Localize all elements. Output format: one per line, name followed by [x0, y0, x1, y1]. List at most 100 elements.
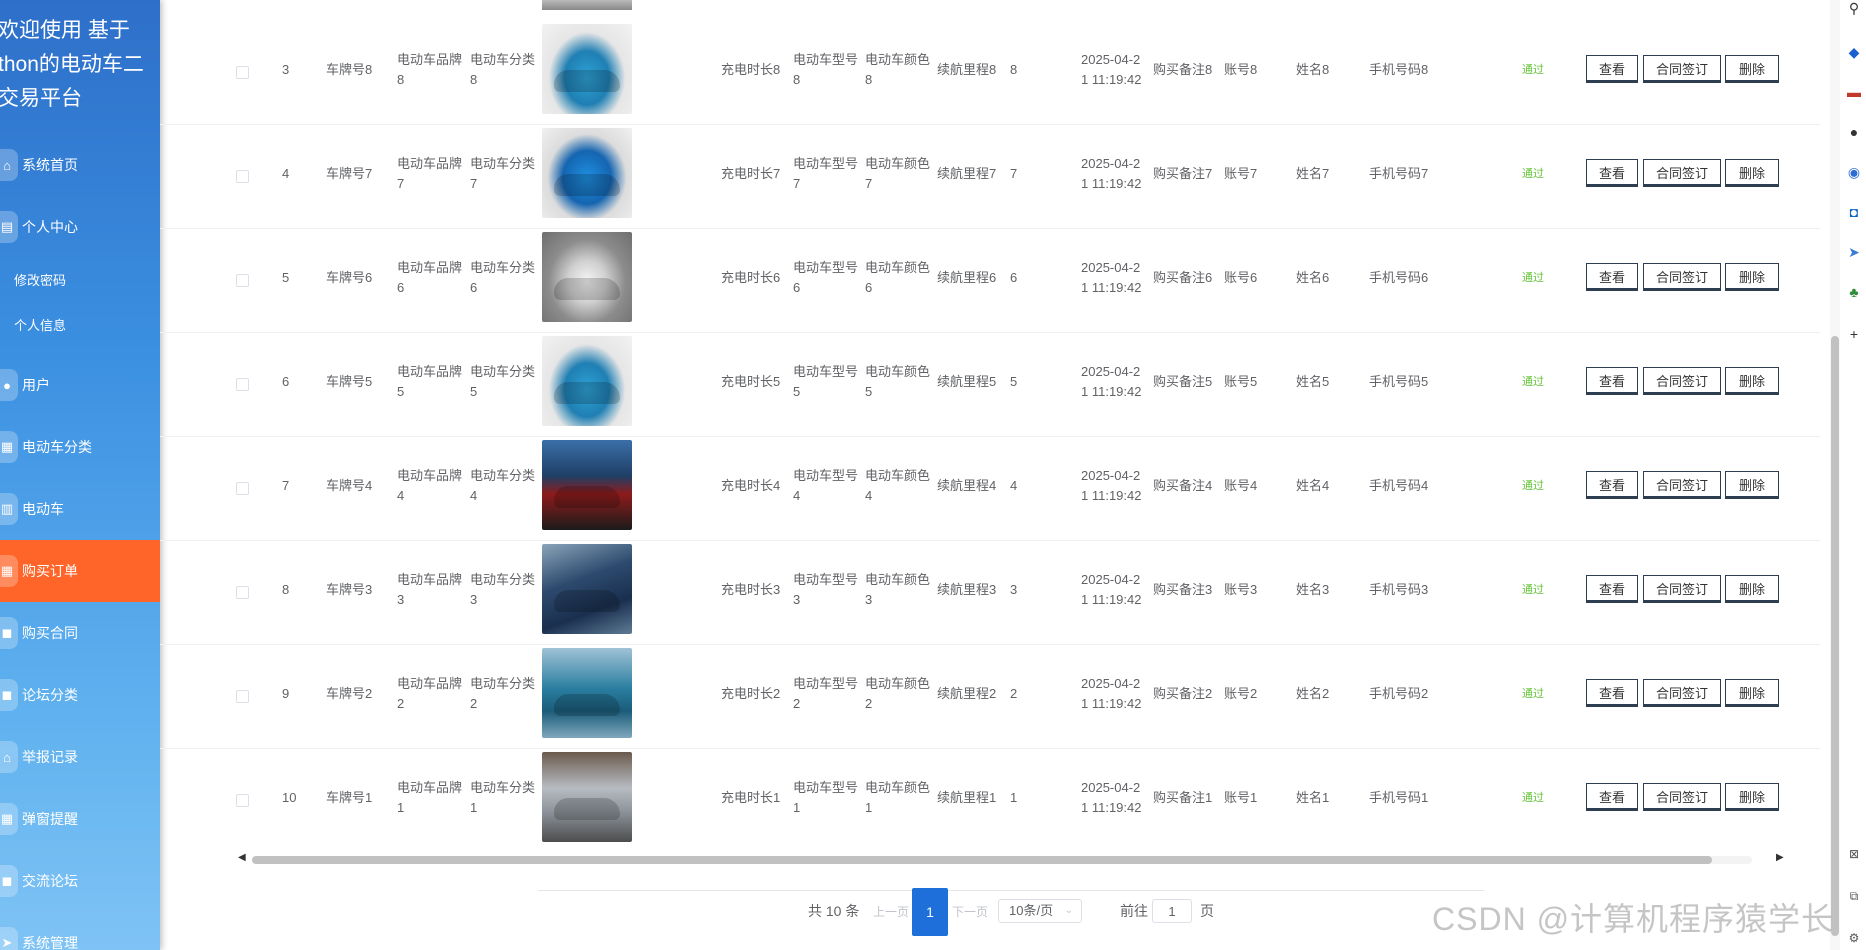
tree-icon[interactable]: ♣: [1846, 284, 1862, 300]
car-silhouette: [554, 486, 620, 508]
cell-color: 电动车颜色 7: [865, 154, 930, 194]
send-icon[interactable]: ➤: [1846, 244, 1862, 260]
cell-color: 电动车颜色 4: [865, 466, 930, 506]
table-row: 10 车牌号1 电动车品牌 1 电动车分类 1 充电时长1 电动车型号 1 电动车颜色 1 续航里程1…: [160, 748, 1820, 850]
search-icon[interactable]: ⚲: [1846, 0, 1862, 16]
sidebar-item[interactable]: ◼ 购买合同: [0, 602, 160, 664]
cell-plate: 车牌号7: [326, 166, 373, 181]
delete-button[interactable]: 删除: [1725, 783, 1779, 811]
delete-button[interactable]: 删除: [1725, 471, 1779, 499]
sidebar-item[interactable]: ⌂ 举报记录: [0, 726, 160, 788]
contract-sign-button[interactable]: 合同签订: [1643, 679, 1721, 707]
row-checkbox[interactable]: [236, 586, 249, 599]
sidebar-item[interactable]: ▦ 弹窗提醒: [0, 788, 160, 850]
view-button[interactable]: 查看: [1586, 575, 1638, 603]
chat-icon: ◼: [0, 865, 18, 897]
sidebar-item-label: 用户: [22, 377, 50, 393]
status-badge: 通过: [1522, 688, 1544, 700]
vertical-scroll-thumb[interactable]: [1831, 336, 1839, 936]
scroll-left-icon[interactable]: ◀: [238, 852, 246, 863]
screenshot-icon[interactable]: ⊠: [1846, 846, 1862, 862]
delete-button[interactable]: 删除: [1725, 367, 1779, 395]
cell-quantity: 7: [1010, 166, 1018, 181]
cell-charge: 充电时长1: [721, 790, 781, 805]
contract-sign-button[interactable]: 合同签订: [1643, 55, 1721, 83]
horizontal-scrollbar[interactable]: ◀ ▶: [236, 852, 1784, 866]
gear-icon[interactable]: ⚙: [1846, 930, 1862, 946]
contract-sign-button[interactable]: 合同签订: [1643, 783, 1721, 811]
contract-sign-button[interactable]: 合同签订: [1643, 471, 1721, 499]
cell-time: 2025-04-2 1 11:19:42: [1081, 466, 1141, 506]
row-checkbox[interactable]: [236, 66, 249, 79]
view-button[interactable]: 查看: [1586, 367, 1638, 395]
cell-range: 续航里程6: [937, 270, 997, 285]
table-row: 4 车牌号7 电动车品牌 7 电动车分类 7 充电时长7 电动车型号 7 电动车颜色 7 续航里程7 7…: [160, 124, 1820, 229]
next-page-button[interactable]: 下一页: [952, 903, 988, 920]
sidebar-item-label: 系统管理: [22, 935, 78, 950]
goto-page-input[interactable]: [1152, 899, 1192, 923]
sidebar-item[interactable]: ➤ 系统管理: [0, 912, 160, 950]
cell-phone: 手机号码8: [1369, 62, 1429, 77]
delete-button[interactable]: 删除: [1725, 55, 1779, 83]
outlook-icon[interactable]: ◘: [1846, 204, 1862, 220]
view-button[interactable]: 查看: [1586, 679, 1638, 707]
row-checkbox[interactable]: [236, 690, 249, 703]
sidebar-subitem[interactable]: 修改密码: [14, 270, 66, 289]
cell-model-line: 电动车型号: [793, 52, 859, 67]
cell-account: 账号2: [1224, 686, 1258, 701]
page-1-button[interactable]: 1: [912, 888, 948, 936]
view-button[interactable]: 查看: [1586, 471, 1638, 499]
row-checkbox[interactable]: [236, 794, 249, 807]
vertical-scrollbar[interactable]: [1830, 0, 1840, 950]
contract-sign-button[interactable]: 合同签订: [1643, 263, 1721, 291]
page-size-select[interactable]: 10条/页 ⌄: [998, 899, 1082, 923]
cell-index: 9: [282, 686, 290, 701]
cell-note: 购买备注8: [1153, 62, 1213, 77]
sidebar-item[interactable]: ◼ 交流论坛: [0, 850, 160, 912]
row-checkbox[interactable]: [236, 378, 249, 391]
plus-icon[interactable]: +: [1846, 326, 1862, 342]
sidebar-item[interactable]: ▥ 电动车: [0, 478, 160, 540]
delete-button[interactable]: 删除: [1725, 159, 1779, 187]
sidebar-item[interactable]: ▤ 个人中心: [0, 196, 160, 258]
cell-quantity: 8: [1010, 62, 1018, 77]
sidebar-item[interactable]: ◼ 论坛分类: [0, 664, 160, 726]
delete-button[interactable]: 删除: [1725, 679, 1779, 707]
diamond-icon[interactable]: ◆: [1846, 44, 1862, 60]
cell-index: 3: [282, 62, 290, 77]
prev-page-button[interactable]: 上一页: [873, 903, 909, 920]
cell-color-line: 5: [865, 384, 873, 399]
view-button[interactable]: 查看: [1586, 783, 1638, 811]
cell-color-line: 电动车颜色: [865, 156, 931, 171]
person-icon[interactable]: ●: [1846, 124, 1862, 140]
sidebar-item[interactable]: ▦ 购买订单: [0, 540, 160, 602]
contract-sign-button[interactable]: 合同签订: [1643, 367, 1721, 395]
contract-sign-button[interactable]: 合同签订: [1643, 575, 1721, 603]
watermark: CSDN @计算机程序猿学长: [1432, 901, 1835, 937]
view-button[interactable]: 查看: [1586, 159, 1638, 187]
circle-icon[interactable]: ◉: [1846, 164, 1862, 180]
row-checkbox[interactable]: [236, 274, 249, 287]
delete-button[interactable]: 删除: [1725, 263, 1779, 291]
cell-model: 电动车型号 6: [793, 258, 858, 298]
toolbox-icon[interactable]: ▬: [1846, 84, 1862, 100]
sidebar-item[interactable]: ● 用户: [0, 354, 160, 416]
user-icon: ●: [0, 369, 18, 401]
delete-button[interactable]: 删除: [1725, 575, 1779, 603]
scroll-right-icon[interactable]: ▶: [1776, 852, 1784, 863]
open-icon[interactable]: ⧉: [1846, 888, 1862, 904]
scroll-thumb[interactable]: [252, 856, 1712, 864]
sidebar-item[interactable]: ⌂ 系统首页: [0, 134, 160, 196]
cell-time: 2025-04-2 1 11:19:42: [1081, 154, 1141, 194]
cell-model: 电动车型号 4: [793, 466, 858, 506]
view-button[interactable]: 查看: [1586, 263, 1638, 291]
view-button[interactable]: 查看: [1586, 55, 1638, 83]
contract-sign-button[interactable]: 合同签订: [1643, 159, 1721, 187]
row-checkbox[interactable]: [236, 482, 249, 495]
cell-brand: 电动车品牌 7: [397, 154, 462, 194]
sidebar-subitem[interactable]: 个人信息: [14, 315, 66, 334]
cell-model-line: 3: [793, 592, 801, 607]
row-checkbox[interactable]: [236, 170, 249, 183]
car-silhouette: [554, 70, 620, 92]
sidebar-item[interactable]: ▦ 电动车分类: [0, 416, 160, 478]
